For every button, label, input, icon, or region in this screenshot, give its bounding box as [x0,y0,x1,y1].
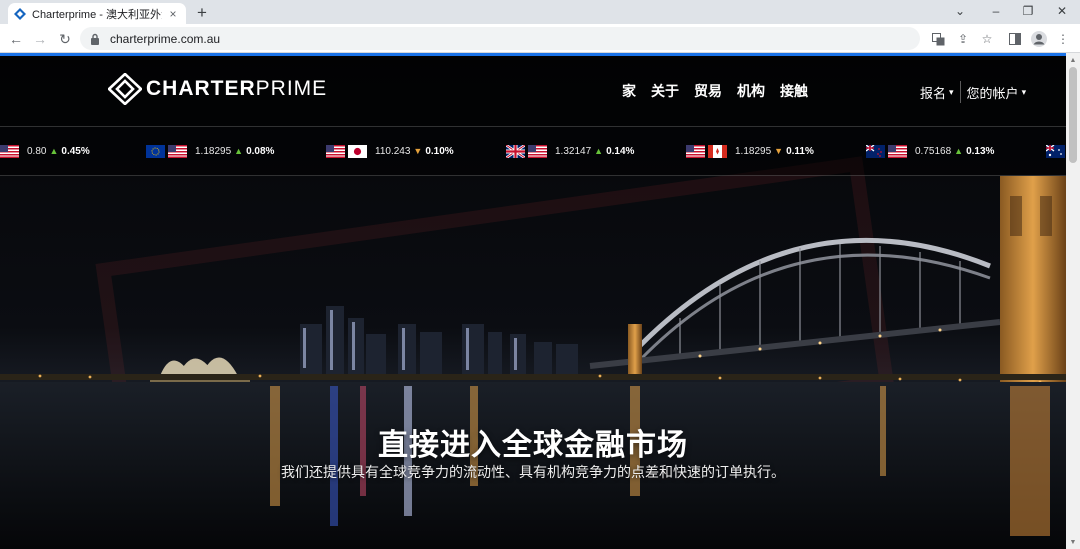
ticker-change: 0.10% [425,145,454,157]
japan-flag-icon [348,144,367,158]
ticker-change: 0.08% [246,145,275,157]
ticker-change: 0.45% [61,145,90,157]
ticker-change: 0.14% [606,145,635,157]
currency-ticker: 0.80 ▲ 0.45% 1.18295 ▲ 0.08% 110.243 ▼ 0… [0,126,1066,176]
window-close-icon[interactable]: ✕ [1052,2,1072,20]
scroll-up-arrow-icon[interactable]: ▲ [1069,56,1077,64]
browser-tab-strip: Charterprime - 澳大利亚外汇经 × + ⌄ – ❐ ✕ [0,0,1080,24]
charterprime-logo[interactable]: CHARTERPRIME [108,73,327,105]
us-flag-icon [168,144,187,158]
signup-dropdown[interactable]: 报名 ▾ [920,83,954,102]
hero-title: 直接进入全球金融市场 [378,429,688,462]
ticker-price: 110.243 [375,145,411,157]
nav-home[interactable]: 家 [622,81,636,101]
restore-icon[interactable]: ❐ [1018,2,1038,20]
ticker-change: 0.11% [786,145,814,157]
signup-label: 报名 [920,85,947,101]
star-icon[interactable]: ☆ [978,30,996,48]
australia-flag-icon [1046,144,1065,158]
uk-flag-icon [506,144,525,158]
tab-title: Charterprime - 澳大利亚外汇经 [32,8,162,21]
new-zealand-flag-icon [866,144,885,158]
ticker-item[interactable]: 0.80 ▲ 0.45% [0,143,90,159]
account-label: 您的帐户 [966,85,1019,101]
ticker-change: 0.13% [966,145,995,157]
new-tab-button[interactable]: + [192,3,212,23]
us-flag-icon [528,144,547,158]
nav-contact[interactable]: 接触 [780,81,808,101]
ticker-price: 1.18295 [735,145,772,157]
arrow-down-icon: ▼ [413,146,423,156]
arrow-up-icon: ▲ [234,146,244,156]
profile-icon[interactable] [1030,30,1048,48]
tab-search-chevron-icon[interactable]: ⌄ [950,2,970,20]
logo-light-text: PRIME [255,77,328,100]
ticker-item[interactable]: 1.18295 ▼ 0.11% [686,143,814,159]
us-flag-icon [0,144,19,158]
chevron-down-icon: ▾ [949,86,954,97]
us-flag-icon [686,144,705,158]
ticker-item[interactable]: 0.75168 ▲ 0.13% [866,143,994,159]
nav-divider [959,81,961,103]
ticker-item[interactable]: 1.32147 ▲ 0.14% [506,143,634,159]
ticker-item[interactable]: 110.243 ▼ 0.10% [326,143,454,159]
account-nav: 报名 ▾ 您的帐户 ▾ [920,81,1026,103]
side-panel-icon[interactable] [1006,30,1024,48]
ticker-item[interactable] [1046,143,1066,159]
reload-icon[interactable]: ↻ [55,29,75,49]
arrow-down-icon: ▼ [774,146,784,156]
kebab-menu-icon[interactable]: ⋮ [1054,30,1072,48]
scrollbar-thumb[interactable] [1069,67,1077,163]
nav-about[interactable]: 关于 [651,81,679,101]
charterprime-logo-mark-icon [108,73,142,105]
site-header: CHARTERPRIME 家 关于 贸易 机构 接触 报名 ▾ 您的帐户 ▾ [0,56,1066,126]
logo-wordmark: CHARTERPRIME [146,77,327,101]
omnibox[interactable]: charterprime.com.au [80,27,920,50]
canada-flag-icon [708,144,727,158]
eu-flag-icon [146,144,165,158]
translate-icon[interactable] [929,30,947,48]
tab-close-icon[interactable]: × [166,7,180,21]
ticker-price: 0.80 [27,145,47,157]
url-text: charterprime.com.au [110,31,221,46]
logo-bold-text: CHARTER [146,77,256,100]
ticker-item[interactable]: 1.18295 ▲ 0.08% [146,143,274,159]
hero-subtitle: 我们还提供具有全球竞争力的流动性、具有机构竞争力的点差和快速的订单执行。 [281,464,785,480]
arrow-up-icon: ▲ [49,146,59,156]
share-icon[interactable]: ⇪ [954,30,972,48]
ticker-price: 1.32147 [555,145,592,157]
us-flag-icon [888,144,907,158]
ticker-price: 0.75168 [915,145,952,157]
address-toolbar: ← → ↻ charterprime.com.au ⇪ ☆ ⋮ [0,24,1080,53]
main-nav: 家 关于 贸易 机构 接触 [622,81,823,101]
browser-tab[interactable]: Charterprime - 澳大利亚外汇经 × [8,3,186,24]
charterprime-favicon-icon [14,7,26,20]
us-flag-icon [326,144,345,158]
chevron-down-icon: ▾ [1021,86,1027,97]
lock-icon [90,33,102,45]
arrow-up-icon: ▲ [594,146,604,156]
minimize-icon[interactable]: – [986,2,1006,20]
nav-trading[interactable]: 贸易 [694,81,722,101]
web-page: CHARTERPRIME 家 关于 贸易 机构 接触 报名 ▾ 您的帐户 ▾ 0… [0,56,1066,549]
arrow-up-icon: ▲ [954,146,964,156]
scroll-down-arrow-icon[interactable]: ▼ [1069,538,1077,546]
account-dropdown[interactable]: 您的帐户 ▾ [967,83,1027,102]
back-arrow-icon[interactable]: ← [6,29,26,49]
page-scrollbar[interactable]: ▲ ▼ [1066,53,1080,549]
nav-institutional[interactable]: 机构 [737,81,765,101]
ticker-price: 1.18295 [195,145,232,157]
forward-arrow-icon[interactable]: → [30,29,50,49]
